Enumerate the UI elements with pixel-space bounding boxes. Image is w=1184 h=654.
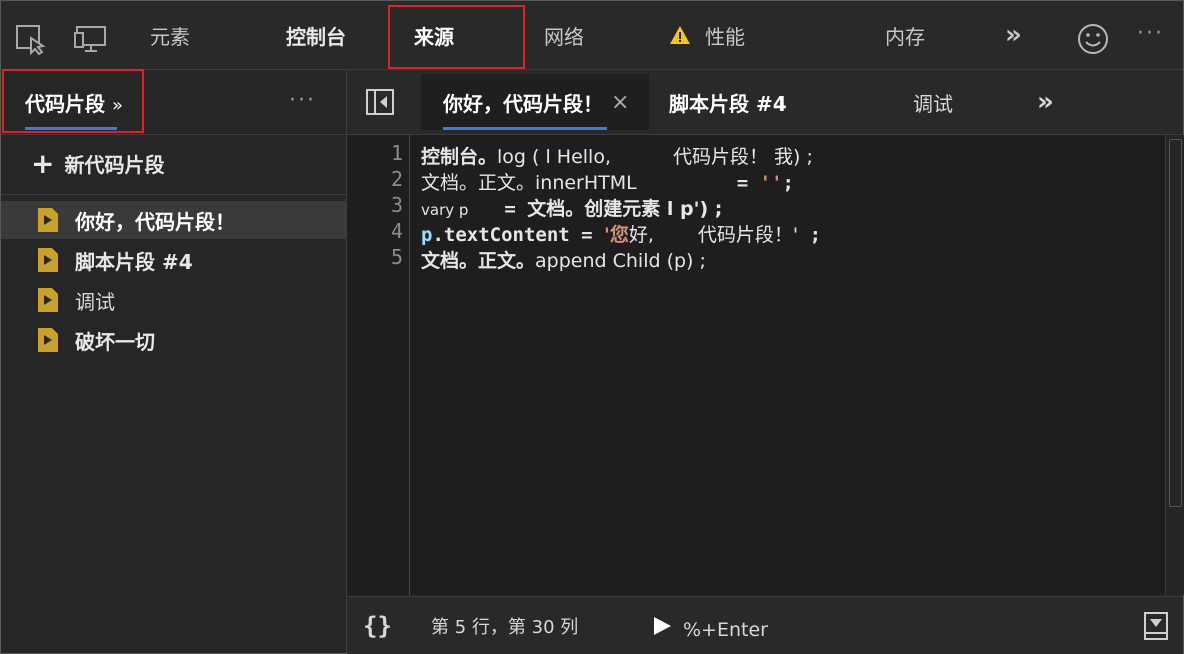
code-token: p (421, 224, 433, 246)
vertical-scrollbar[interactable] (1165, 135, 1184, 595)
code-token: = (736, 172, 760, 194)
tab-console[interactable]: 控制台 (286, 1, 346, 69)
snippet-file-icon (38, 288, 58, 312)
code-token: = (504, 198, 528, 220)
snippet-label: 脚本片段 #4 (75, 249, 193, 274)
customize-menu-icon[interactable]: ··· (1137, 21, 1164, 46)
code-token: append Child (p) ; (535, 250, 706, 272)
code-token: vary p (421, 201, 469, 219)
editor-tab-label: 你好，代码片段！ (443, 91, 603, 116)
code-token: .textContent = (432, 224, 605, 246)
run-shortcut-label: %+Enter (683, 618, 768, 641)
tab-elements-label: 元素 (150, 24, 190, 49)
run-snippet-button[interactable]: %+Enter (651, 597, 768, 654)
play-icon (654, 616, 671, 635)
code-token: ; (798, 224, 822, 246)
code-token: 代码片段！' (697, 224, 799, 246)
editor-tab-hello-snippet[interactable]: 你好，代码片段！ × (421, 74, 649, 130)
feedback-smiley-icon[interactable] (1075, 23, 1111, 55)
toggle-navigator-icon[interactable] (363, 70, 397, 134)
snippet-item[interactable]: 脚本片段 #4 (1, 241, 346, 279)
snippet-label: 破坏一切 (75, 329, 155, 354)
code-token: 代码片段！ 我) ; (673, 146, 813, 168)
editor-status-bar: {} 第 5 行，第 30 列 %+Enter (347, 596, 1183, 654)
scrollbar-thumb[interactable] (1169, 139, 1182, 507)
code-editor[interactable]: 1 2 3 4 5 控制台。log ( l Hello, 代码片段！ 我) ; 文… (347, 135, 1184, 595)
code-token: '您 (604, 224, 629, 246)
code-token: 文档。创建元素 l p') ; (527, 198, 723, 220)
plus-icon: + (31, 146, 55, 180)
code-token: '' (759, 172, 783, 194)
tab-console-label: 控制台 (286, 24, 346, 49)
editor-tab-label: 脚本片段 #4 (669, 91, 787, 116)
snippet-file-icon (38, 328, 58, 352)
code-token: 控制台。 (421, 146, 498, 168)
code-line: p.textContent = '您好, 代码片段！' ; (421, 220, 821, 247)
pretty-print-button[interactable]: {} (363, 597, 392, 654)
editor-tab-bar: 你好，代码片段！ × 脚本片段 #4 调试 » (347, 70, 1183, 135)
code-line: 控制台。log ( l Hello, 代码片段！ 我) ; (421, 142, 813, 169)
snippet-label: 你好，代码片段！ (75, 209, 235, 234)
panel-menu-icon[interactable]: ··· (289, 88, 316, 113)
divider (1, 194, 346, 195)
cursor-position: 第 5 行，第 30 列 (431, 597, 578, 654)
snippet-label: 调试 (75, 289, 115, 314)
device-emulation-icon[interactable] (73, 23, 109, 55)
code-line: 文档。正文。append Child (p) ; (421, 246, 706, 273)
more-tabs-button[interactable]: » (1005, 1, 1022, 69)
tab-performance[interactable]: 性能 (669, 1, 745, 69)
snippet-file-icon (38, 248, 58, 272)
tab-performance-label: 性能 (705, 24, 745, 49)
tab-memory-label: 内存 (885, 24, 925, 49)
tab-memory[interactable]: 内存 (885, 1, 925, 69)
code-token: ; (782, 172, 794, 194)
code-token: 好, (628, 224, 654, 246)
code-token: 文档。正文。 (421, 250, 536, 272)
snippet-item[interactable]: 你好，代码片段！ (1, 201, 346, 239)
line-number-gutter: 1 2 3 4 5 (347, 135, 410, 595)
tab-network[interactable]: 网络 (544, 1, 584, 69)
more-tabs-chevron-icon: » (1005, 20, 1022, 50)
code-line: vary p = 文档。创建元素 l p') ; (421, 194, 722, 221)
code-token: log ( l Hello, (497, 146, 611, 168)
snippet-item[interactable]: 破坏一切 (1, 321, 346, 359)
cursor-position-label: 第 5 行，第 30 列 (431, 616, 579, 638)
code-token: 文档。正文。innerHTML (421, 172, 637, 194)
new-snippet-button[interactable]: + 新代码片段 (31, 146, 165, 180)
snippets-panel: 代码片段 » ··· + 新代码片段 你好，代码片段！ 脚本片段 #4 调试 破… (1, 70, 347, 653)
more-tabs-chevron-icon: » (1037, 87, 1054, 117)
tab-elements[interactable]: 元素 (150, 1, 190, 69)
line-number: 4 (390, 219, 403, 243)
warning-triangle-icon (669, 25, 691, 45)
toggle-drawer-icon[interactable] (1143, 597, 1169, 654)
tab-network-label: 网络 (544, 24, 584, 49)
new-snippet-label: 新代码片段 (64, 152, 165, 177)
snippets-highlight-box (2, 69, 144, 133)
line-number: 5 (390, 245, 403, 269)
line-number: 1 (390, 141, 403, 165)
snippet-item[interactable]: 调试 (1, 281, 346, 319)
format-braces-icon: {} (363, 611, 392, 640)
close-tab-icon[interactable]: × (611, 90, 629, 115)
line-number: 3 (390, 193, 403, 217)
main-toolbar: 元素 控制台 来源 网络 性能 内存 » ··· (1, 1, 1183, 70)
line-number: 2 (390, 167, 403, 191)
more-editor-tabs-button[interactable]: » (1037, 70, 1054, 134)
sources-highlight-box (388, 5, 525, 69)
editor-tab-script-4[interactable]: 脚本片段 #4 (669, 70, 787, 134)
snippet-file-icon (38, 208, 58, 232)
editor-tab-label: 调试 (913, 91, 953, 116)
inspect-element-icon[interactable] (13, 23, 49, 55)
active-tab-underline (443, 127, 607, 130)
code-line: 文档。正文。innerHTML = ''; (421, 168, 794, 195)
editor-tab-debug[interactable]: 调试 (913, 70, 953, 134)
